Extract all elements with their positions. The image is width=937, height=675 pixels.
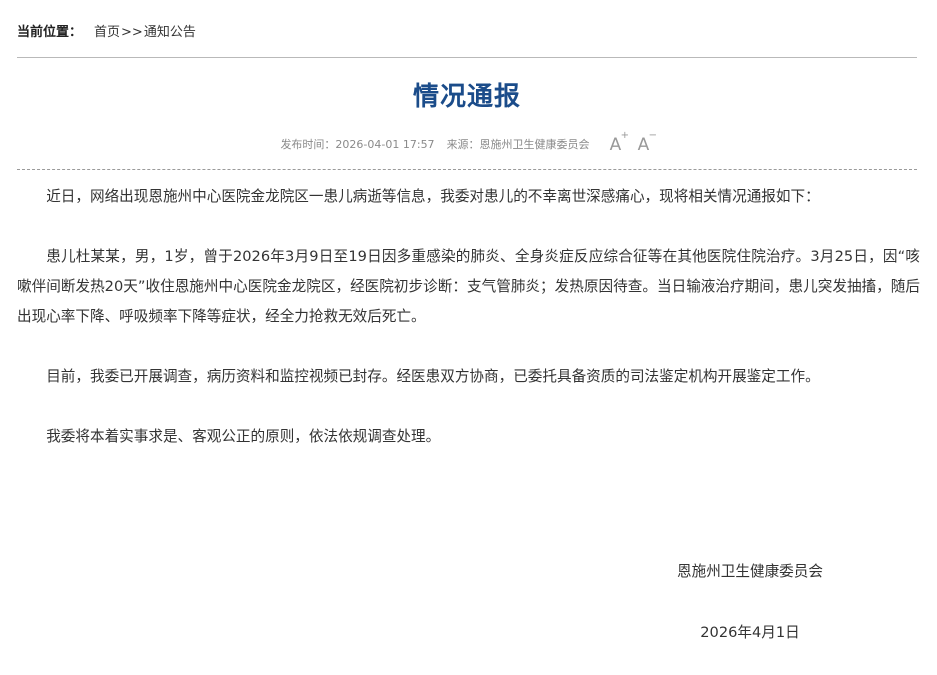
article-paragraph: 我委将本着实事求是、客观公正的原则，依法依规调查处理。 [46, 428, 441, 445]
breadcrumb-current-link[interactable]: 通知公告 [144, 25, 196, 40]
breadcrumb-label: 当前位置： [17, 25, 83, 40]
font-increase-letter: A [609, 135, 622, 155]
breadcrumb-home-link[interactable]: 首页 [94, 25, 120, 40]
font-decrease-letter: A [637, 135, 650, 155]
breadcrumb-separator: >> [121, 25, 143, 40]
signature-date: 2026年4月1日 [700, 624, 800, 641]
font-decrease-button[interactable]: A − [637, 130, 657, 156]
article-signature: 恩施州卫生健康委员会 2026年4月1日 [600, 557, 900, 648]
header-divider [17, 57, 917, 58]
article-meta: 发布时间：2026-04-01 17:57 来源：恩施州卫生健康委员会 A + A − [17, 130, 917, 156]
breadcrumb: 当前位置： 首页>>通知公告 [17, 24, 196, 42]
minus-icon: − [648, 130, 657, 141]
signature-org: 恩施州卫生健康委员会 [677, 563, 823, 580]
article-paragraph: 目前，我委已开展调查，病历资料和监控视频已封存。经医患双方协商，已委托具备资质的… [46, 368, 820, 385]
article-title: 情况通报 [412, 82, 521, 112]
article-body: 近日，网络出现恩施州中心医院金龙院区一患儿病逝等信息，我委对患儿的不幸离世深感痛… [17, 182, 920, 482]
publish-time: 发布时间：2026-04-01 17:57 [280, 138, 435, 151]
meta-divider [17, 169, 917, 170]
plus-icon: + [620, 130, 629, 141]
article-source: 来源：恩施州卫生健康委员会 [446, 138, 590, 151]
article-paragraph: 患儿杜某某，男，1岁，曾于2026年3月9日至19日因多重感染的肺炎、全身炎症反… [17, 248, 920, 325]
font-increase-button[interactable]: A + [609, 130, 629, 156]
article-paragraph: 近日，网络出现恩施州中心医院金龙院区一患儿病逝等信息，我委对患儿的不幸离世深感痛… [46, 188, 820, 205]
